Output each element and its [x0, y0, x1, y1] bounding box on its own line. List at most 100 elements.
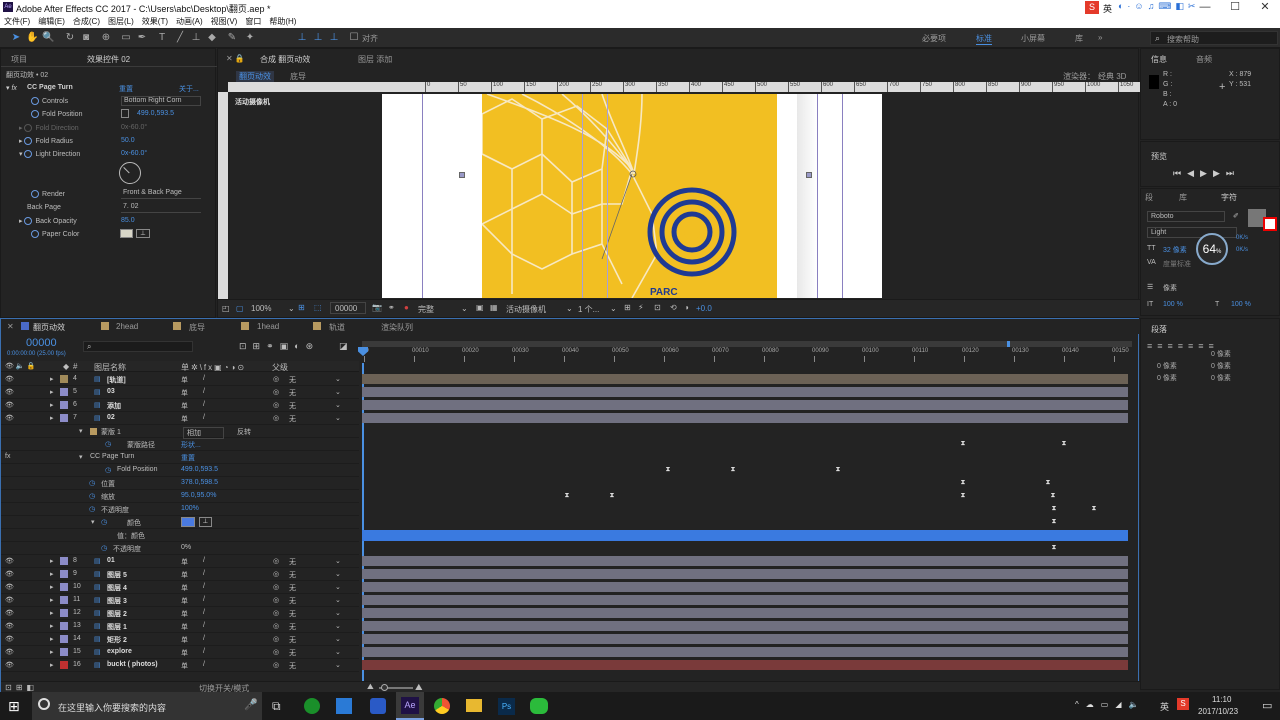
layer-name[interactable]: 添加: [107, 401, 121, 411]
parent-dropdown[interactable]: 无: [289, 635, 296, 645]
layer-name[interactable]: buckt ( photos): [107, 661, 158, 668]
parent-pickwhip-icon[interactable]: ◎: [273, 375, 279, 383]
quality-switch-icon[interactable]: /: [203, 557, 205, 564]
keyframe-marker[interactable]: ⧗: [665, 466, 671, 473]
camera-tool-icon[interactable]: ◙: [80, 32, 92, 44]
view-axis-icon[interactable]: ⊥: [328, 32, 340, 44]
stroke-width-unit[interactable]: 像素: [1163, 283, 1177, 293]
dropdown-chevron-icon[interactable]: ⌄: [335, 596, 341, 604]
tab-paragraph-short[interactable]: 段: [1145, 192, 1153, 203]
layer-row[interactable]: 👁 ▸ 16 ▤ buckt ( photos) 单 / ◎ 无 ⌄: [1, 659, 359, 672]
layer-row[interactable]: 👁 ▸ 13 ▤ 图层 1 单 / ◎ 无 ⌄: [1, 620, 359, 633]
effect-reset-link[interactable]: 重置: [119, 84, 133, 94]
layer-duration-bar[interactable]: [362, 387, 1128, 397]
label-color-swatch[interactable]: [60, 583, 68, 591]
dropdown-chevron-icon[interactable]: ⌄: [335, 388, 341, 396]
parent-dropdown[interactable]: 无: [289, 622, 296, 632]
layer-name[interactable]: 01: [107, 557, 115, 564]
stopwatch-icon[interactable]: [31, 190, 39, 198]
parent-pickwhip-icon[interactable]: ◎: [273, 648, 279, 656]
keyframe-marker[interactable]: ⧗: [609, 492, 615, 499]
visibility-eye-icon[interactable]: 👁: [5, 622, 14, 630]
fold-position-value[interactable]: 499.0,593.5: [137, 110, 174, 117]
expand-triangle-icon[interactable]: ▾: [79, 453, 83, 461]
keyframe-marker[interactable]: ⧗: [960, 440, 966, 447]
parent-pickwhip-icon[interactable]: ◎: [273, 635, 279, 643]
parent-pickwhip-icon[interactable]: ◎: [273, 609, 279, 617]
parent-pickwhip-icon[interactable]: ◎: [273, 388, 279, 396]
shy-switch-icon[interactable]: 单: [181, 622, 188, 632]
mask-invert-checkbox[interactable]: 反转: [237, 427, 251, 437]
col-parent[interactable]: 父级: [272, 362, 288, 373]
toggle-pixel-icon[interactable]: ⊞: [624, 303, 631, 312]
close-button[interactable]: ✕: [1250, 0, 1280, 15]
paragraph-align-icons[interactable]: ≡≡≡≡≡≡≡: [1147, 341, 1219, 351]
back-opacity-value[interactable]: 85.0: [121, 217, 135, 224]
flowchart-icon[interactable]: ⟲: [670, 303, 677, 312]
dropdown-chevron-icon[interactable]: ⌄: [335, 570, 341, 578]
notification-icon[interactable]: ▭: [1262, 699, 1272, 712]
label-color-swatch[interactable]: [60, 414, 68, 422]
dropdown-chevron-icon[interactable]: ⌄: [610, 304, 617, 313]
timeline-tab-4[interactable]: 1head: [257, 322, 279, 331]
dropdown-chevron-icon[interactable]: ⌄: [335, 401, 341, 409]
dropdown-chevron-icon[interactable]: ⌄: [335, 375, 341, 383]
visibility-eye-icon[interactable]: 👁: [5, 388, 14, 396]
col-layer-name[interactable]: 图层名称: [94, 362, 126, 373]
layer-handle[interactable]: [459, 172, 465, 178]
label-color-swatch[interactable]: [60, 375, 68, 383]
workspace-essentials[interactable]: 必要项: [922, 33, 946, 44]
kerning-value[interactable]: 度量标准: [1163, 259, 1191, 269]
shy-switch-icon[interactable]: 单: [181, 388, 188, 398]
parent-pickwhip-icon[interactable]: ◎: [273, 661, 279, 669]
comp-canvas[interactable]: PARC: [382, 94, 882, 298]
zoom-slider-thumb[interactable]: [381, 684, 388, 691]
file-explorer-icon[interactable]: [466, 699, 482, 712]
maximize-button[interactable]: ☐: [1220, 0, 1250, 15]
layer-duration-bar[interactable]: [362, 413, 1128, 423]
dropdown-chevron-icon[interactable]: ⌄: [335, 583, 341, 591]
menu-effect[interactable]: 效果(T): [138, 15, 172, 27]
keyframe-marker[interactable]: ⧗: [1050, 492, 1056, 499]
footer-toggle-icons[interactable]: ⊡⊞◧: [5, 683, 38, 692]
timeline-tab-5[interactable]: 轨道: [329, 322, 345, 333]
property-value[interactable]: 499.0,593.5: [181, 466, 218, 473]
visibility-eye-icon[interactable]: 👁: [5, 596, 14, 604]
shy-switch-icon[interactable]: 单: [181, 635, 188, 645]
menu-edit[interactable]: 编辑(E): [34, 15, 69, 27]
media-player-icon[interactable]: [304, 698, 320, 714]
stopwatch-icon[interactable]: [31, 230, 39, 238]
visibility-eye-icon[interactable]: 👁: [5, 635, 14, 643]
roto-brush-tool-icon[interactable]: ✎: [226, 32, 238, 44]
zoom-tool-icon[interactable]: 🔍: [42, 32, 54, 44]
font-family-dropdown[interactable]: Roboto: [1147, 211, 1225, 222]
property-value[interactable]: 378.0,598.5: [181, 479, 218, 486]
expand-triangle-icon[interactable]: ▸: [50, 570, 54, 578]
dropdown-chevron-icon[interactable]: ⌄: [335, 661, 341, 669]
menu-layer[interactable]: 图层(L): [104, 15, 138, 27]
keyframe-marker[interactable]: ⧗: [1051, 505, 1057, 512]
tab-paragraph[interactable]: 段落: [1151, 324, 1167, 335]
keyframe-marker[interactable]: ⧗: [960, 479, 966, 486]
tab-effect-controls[interactable]: 效果控件 02: [87, 54, 130, 65]
layer-row[interactable]: 👁 ▸ 10 ▤ 图层 4 单 / ◎ 无 ⌄: [1, 581, 359, 594]
views-dropdown[interactable]: 1 个...: [578, 304, 599, 315]
layer-row[interactable]: 👁 ▸ 4 ▤ [轨道] 单 / ◎ 无 ⌄: [1, 373, 359, 386]
mask-path-value[interactable]: 形状...: [181, 440, 201, 450]
layer-name[interactable]: 图层 2: [107, 609, 127, 619]
shy-switch-icon[interactable]: 单: [181, 661, 188, 671]
tab-info[interactable]: 信息: [1151, 54, 1167, 65]
quality-switch-icon[interactable]: /: [203, 622, 205, 629]
tab-audio[interactable]: 音频: [1196, 54, 1212, 65]
parent-pickwhip-icon[interactable]: ◎: [273, 622, 279, 630]
expand-triangle-icon[interactable]: ▸: [50, 388, 54, 396]
selection-tool-icon[interactable]: ➤: [10, 32, 22, 44]
region-interest-icon[interactable]: ▣: [476, 303, 484, 312]
layer-duration-bar[interactable]: [362, 400, 1128, 410]
parent-dropdown[interactable]: 无: [289, 401, 296, 411]
parent-pickwhip-icon[interactable]: ◎: [273, 596, 279, 604]
tab-project[interactable]: 项目: [11, 54, 27, 65]
indent-right-value[interactable]: 0 像素: [1211, 361, 1231, 371]
quality-switch-icon[interactable]: /: [203, 596, 205, 603]
horizontal-scale-value[interactable]: 100 %: [1231, 301, 1251, 308]
